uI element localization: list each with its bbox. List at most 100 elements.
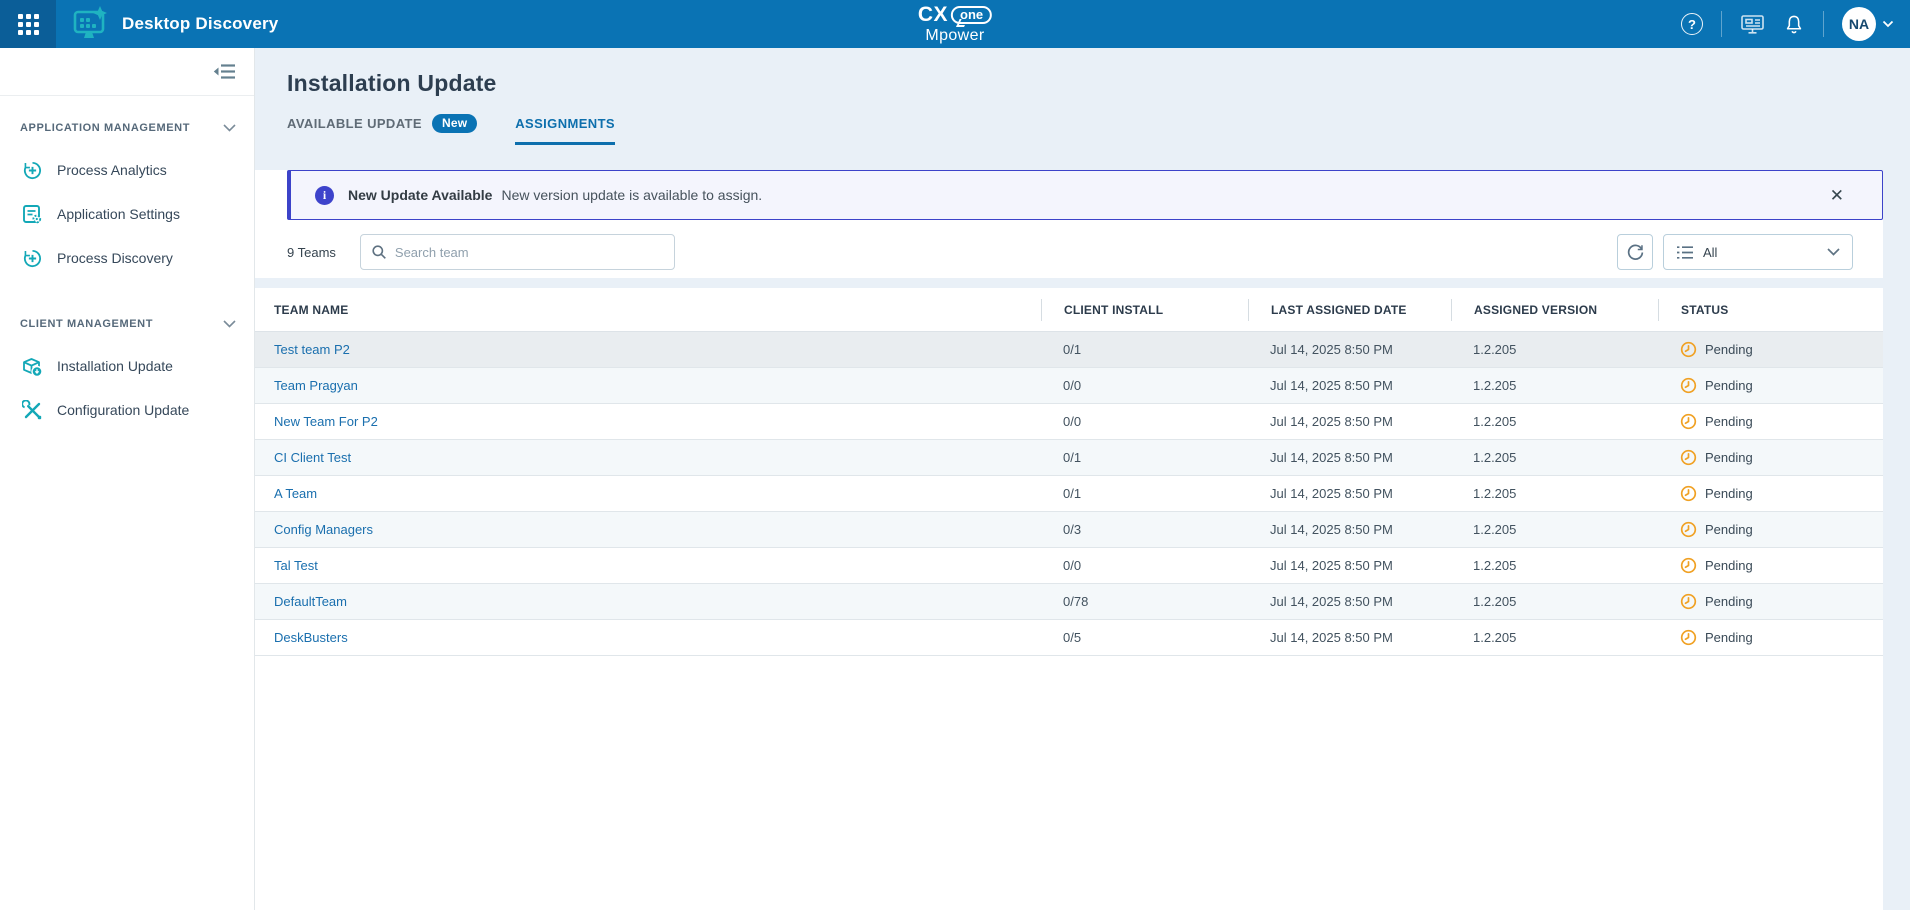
client-install-cell: 0/0 [1041,378,1248,393]
table-body: Test team P2 0/1 Jul 14, 2025 8:50 PM 1.… [255,332,1883,656]
assigned-version-cell: 1.2.205 [1451,342,1658,357]
tab-label: AVAILABLE UPDATE [287,116,422,131]
tab-assignments[interactable]: ASSIGNMENTS [515,114,615,145]
team-name-link[interactable]: New Team For P2 [274,414,378,429]
page-header-area: Installation Update AVAILABLE UPDATE New… [255,48,1883,170]
client-install-cell: 0/1 [1041,342,1248,357]
new-badge: New [432,114,477,133]
team-name-link[interactable]: DefaultTeam [274,594,347,609]
chevron-down-icon [223,124,236,132]
sidebar-item-process-analytics[interactable]: Process Analytics [0,148,254,192]
status-label: Pending [1705,594,1753,609]
sidebar-item-process-discovery[interactable]: Process Discovery [0,236,254,280]
sidebar-section-application-management[interactable]: APPLICATION MANAGEMENT [0,108,254,148]
sidebar-item-label: Process Discovery [57,250,173,266]
status-cell: Pending [1658,413,1851,430]
pending-clock-icon [1680,593,1697,610]
sidebar-item-application-settings[interactable]: Application Settings [0,192,254,236]
filter-value: All [1703,245,1818,260]
tab-label: ASSIGNMENTS [515,116,615,131]
status-label: Pending [1705,450,1753,465]
last-assigned-date-cell: Jul 14, 2025 8:50 PM [1248,450,1451,465]
section-divider-band [255,278,1883,288]
status-cell: Pending [1658,629,1851,646]
last-assigned-date-cell: Jul 14, 2025 8:50 PM [1248,378,1451,393]
bell-icon [1783,13,1805,36]
team-name-link[interactable]: Test team P2 [274,342,350,357]
header-divider [1721,11,1722,37]
team-name-link[interactable]: Team Pragyan [274,378,358,393]
team-name-link[interactable]: Tal Test [274,558,318,573]
product-logo-title: Desktop Discovery [72,6,278,42]
column-header-last-assigned-date: LAST ASSIGNED DATE [1248,299,1451,321]
pending-clock-icon [1680,341,1697,358]
content-panel: i New Update Available New version updat… [255,170,1883,910]
team-name-link[interactable]: Config Managers [274,522,373,537]
last-assigned-date-cell: Jul 14, 2025 8:50 PM [1248,414,1451,429]
sidebar-item-configuration-update[interactable]: Configuration Update [0,388,254,432]
refresh-button[interactable] [1617,234,1653,270]
header-actions: ? [1681,7,1910,41]
collapse-menu-icon [213,63,236,80]
assigned-version-cell: 1.2.205 [1451,522,1658,537]
pending-clock-icon [1680,629,1697,646]
pending-clock-icon [1680,557,1697,574]
sidebar-section-client-management[interactable]: CLIENT MANAGEMENT [0,304,254,344]
notifications-button[interactable] [1783,13,1805,36]
column-header-assigned-version: ASSIGNED VERSION [1451,299,1658,321]
refresh-icon [1626,243,1645,262]
table-row[interactable]: New Team For P2 0/0 Jul 14, 2025 8:50 PM… [255,404,1883,440]
status-cell: Pending [1658,377,1851,394]
header-divider [1823,11,1824,37]
sidebar-item-installation-update[interactable]: Installation Update [0,344,254,388]
chevron-down-icon [1827,248,1840,256]
app-launcher-button[interactable] [0,0,56,48]
column-header-client-install: CLIENT INSTALL [1041,299,1248,321]
brand-cx-text: CX [918,4,948,26]
status-cell: Pending [1658,485,1851,502]
table-row[interactable]: CI Client Test 0/1 Jul 14, 2025 8:50 PM … [255,440,1883,476]
table-row[interactable]: A Team 0/1 Jul 14, 2025 8:50 PM 1.2.205 … [255,476,1883,512]
column-header-status: STATUS [1658,299,1851,321]
status-filter-dropdown[interactable]: All [1663,234,1853,270]
table-row[interactable]: DeskBusters 0/5 Jul 14, 2025 8:50 PM 1.2… [255,620,1883,656]
client-install-cell: 0/1 [1041,450,1248,465]
section-label: CLIENT MANAGEMENT [20,318,153,330]
process-discovery-icon [20,248,44,269]
status-label: Pending [1705,630,1753,645]
collapse-sidebar-button[interactable] [213,63,236,80]
table-header-row: TEAM NAME CLIENT INSTALL LAST ASSIGNED D… [255,288,1883,332]
table-row[interactable]: Config Managers 0/3 Jul 14, 2025 8:50 PM… [255,512,1883,548]
table-row[interactable]: Tal Test 0/0 Jul 14, 2025 8:50 PM 1.2.20… [255,548,1883,584]
assigned-version-cell: 1.2.205 [1451,450,1658,465]
table-row[interactable]: Test team P2 0/1 Jul 14, 2025 8:50 PM 1.… [255,332,1883,368]
tab-available-update[interactable]: AVAILABLE UPDATE New [287,114,477,145]
screen-share-icon [1740,13,1765,35]
help-icon[interactable]: ? [1681,13,1703,35]
account-menu[interactable]: NA [1842,7,1894,41]
screen-share-button[interactable] [1740,13,1765,35]
sidebar-top-row [0,48,254,96]
status-cell: Pending [1658,449,1851,466]
pending-clock-icon [1680,485,1697,502]
team-name-link[interactable]: DeskBusters [274,630,348,645]
search-input[interactable] [395,245,664,260]
team-name-link[interactable]: A Team [274,486,317,501]
top-header-bar: Desktop Discovery CX one Mpower ? [0,0,1910,48]
brand-mpower-text: Mpower [918,28,992,45]
column-header-team-name: TEAM NAME [255,299,1041,321]
close-icon[interactable]: ✕ [1830,187,1844,204]
chevron-down-icon [1882,20,1894,28]
page-title: Installation Update [287,48,1883,97]
table-row[interactable]: Team Pragyan 0/0 Jul 14, 2025 8:50 PM 1.… [255,368,1883,404]
client-install-cell: 0/0 [1041,558,1248,573]
status-cell: Pending [1658,341,1851,358]
table-toolbar: 9 Teams [255,234,1883,270]
assigned-version-cell: 1.2.205 [1451,378,1658,393]
team-name-link[interactable]: CI Client Test [274,450,351,465]
last-assigned-date-cell: Jul 14, 2025 8:50 PM [1248,594,1451,609]
last-assigned-date-cell: Jul 14, 2025 8:50 PM [1248,630,1451,645]
pending-clock-icon [1680,449,1697,466]
assigned-version-cell: 1.2.205 [1451,558,1658,573]
table-row[interactable]: DefaultTeam 0/78 Jul 14, 2025 8:50 PM 1.… [255,584,1883,620]
